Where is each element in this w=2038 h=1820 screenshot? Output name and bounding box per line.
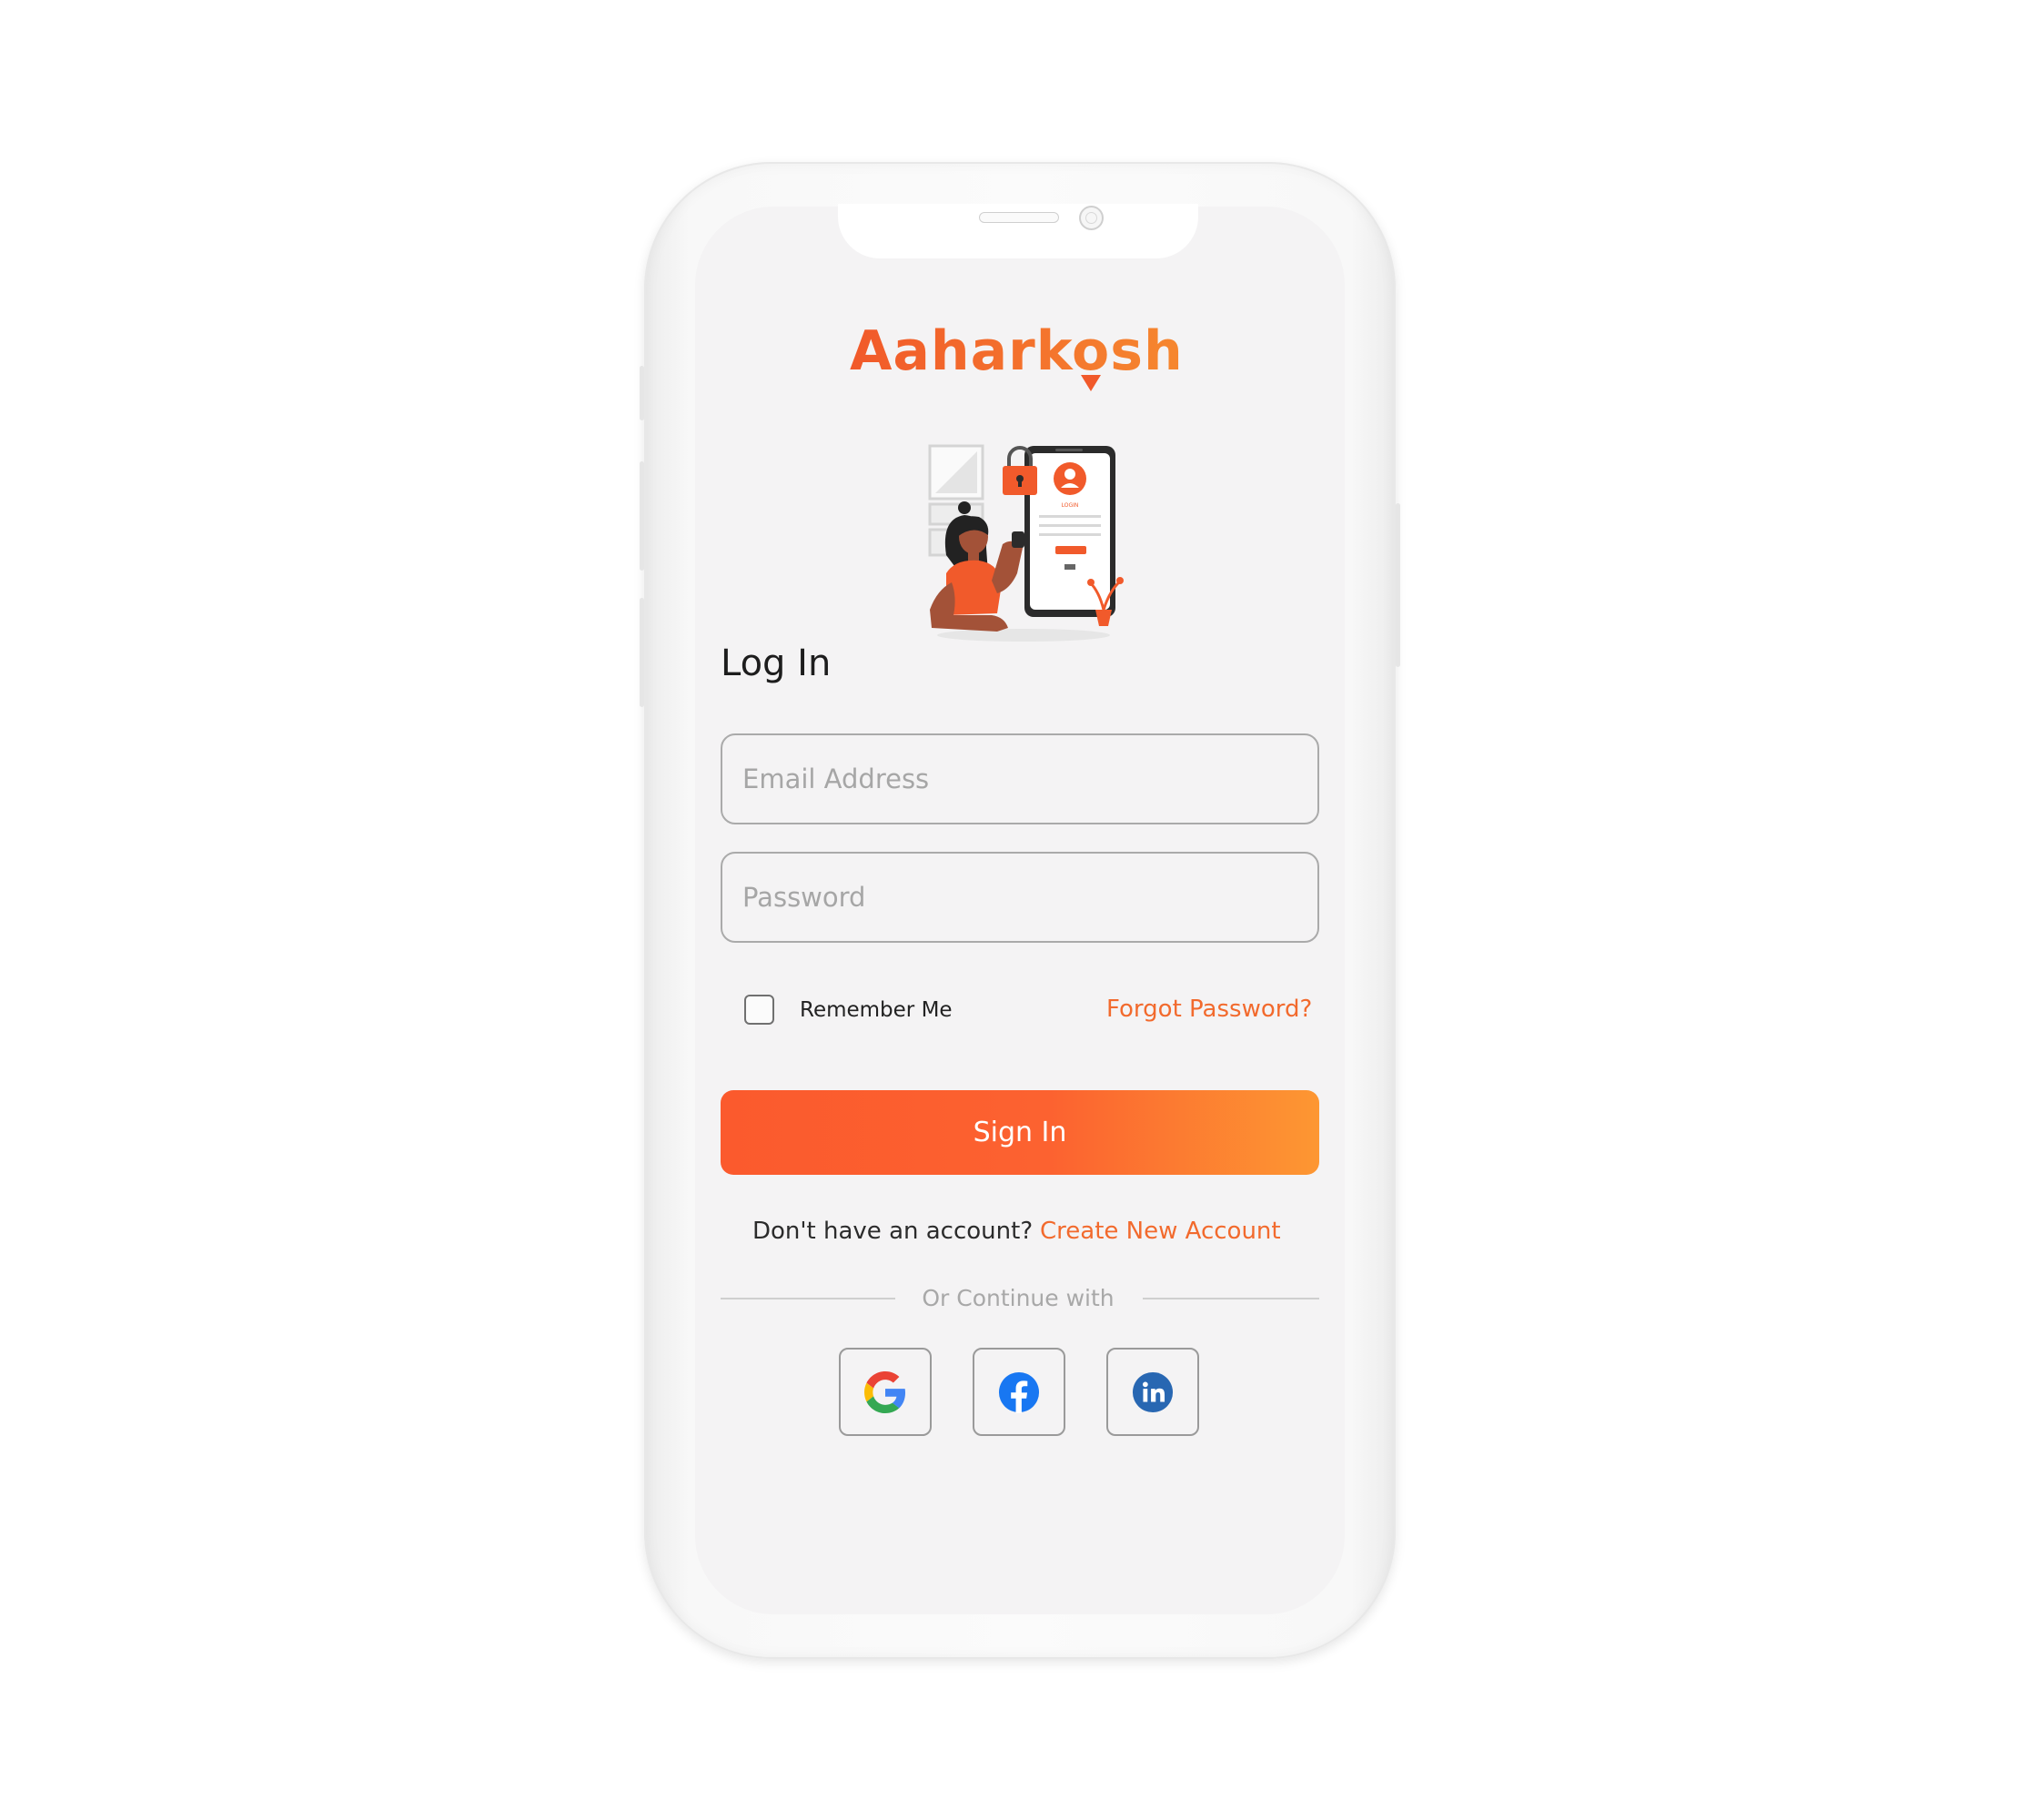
app-logo: Aaharkosh	[850, 315, 1196, 397]
remember-me-label: Remember Me	[800, 998, 953, 1022]
linkedin-login-button[interactable]	[1106, 1348, 1199, 1436]
illustration-login-label: LOGIN	[1062, 502, 1079, 509]
no-account-text: Don't have an account?	[752, 1218, 1034, 1245]
facebook-icon	[998, 1371, 1040, 1413]
facebook-login-button[interactable]	[973, 1348, 1065, 1436]
front-camera	[1079, 206, 1104, 230]
logo-pin-icon	[1081, 375, 1101, 391]
password-field[interactable]	[721, 852, 1319, 943]
sign-in-button[interactable]: Sign In	[721, 1090, 1319, 1175]
remember-me-checkbox[interactable]	[744, 995, 774, 1025]
forgot-password-link[interactable]: Forgot Password?	[1106, 994, 1312, 1025]
google-login-button[interactable]	[839, 1348, 932, 1436]
side-button-power	[1396, 503, 1400, 667]
side-button-volume-up	[640, 461, 644, 571]
divider-left	[721, 1298, 895, 1299]
create-account-link[interactable]: Create New Account	[1040, 1216, 1281, 1247]
side-button-mute	[640, 366, 644, 420]
side-button-volume-down	[640, 598, 644, 707]
google-icon	[864, 1370, 906, 1413]
email-field[interactable]	[721, 733, 1319, 824]
page-title: Log In	[721, 642, 832, 684]
continue-with-text: Or Continue with	[922, 1285, 1115, 1311]
divider-right	[1143, 1298, 1319, 1299]
linkedin-icon	[1132, 1371, 1174, 1412]
speaker-grille	[979, 212, 1059, 223]
login-illustration: LOGIN	[928, 444, 1124, 642]
